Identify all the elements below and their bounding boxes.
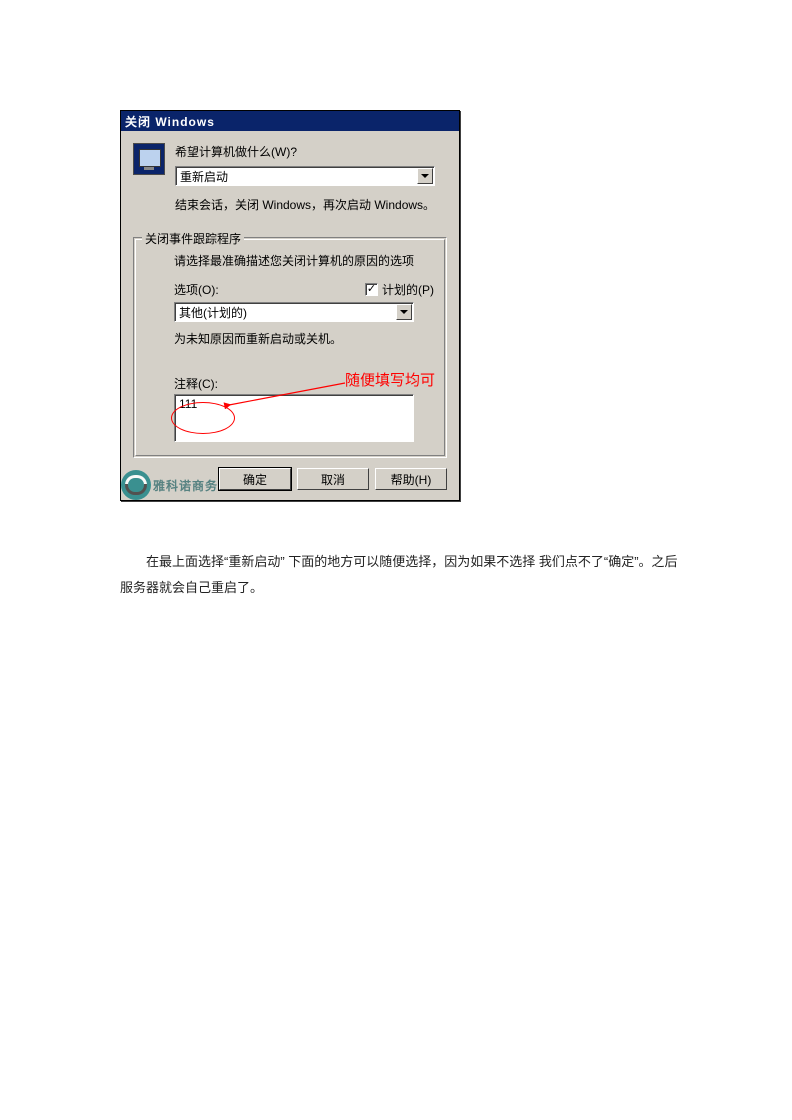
group-subtitle: 请选择最准确描述您关闭计算机的原因的选项 xyxy=(174,252,434,269)
shutdown-icon xyxy=(133,143,165,175)
watermark-logo-icon xyxy=(121,470,151,500)
comment-label: 注释(C): xyxy=(174,375,434,392)
caption-text: 在最上面选择“重新启动” 下面的地方可以随便选择，因为如果不选择 我们点不了“确… xyxy=(120,549,680,601)
option-label: 选项(O): xyxy=(174,281,219,298)
watermark-text: 雅科诺商务 xyxy=(153,477,218,494)
dialog-body: 希望计算机做什么(W)? 重新启动 结束会话，关闭 Windows，再次启动 W… xyxy=(121,131,459,500)
event-tracker-group: 关闭事件跟踪程序 请选择最准确描述您关闭计算机的原因的选项 选项(O): ✓ 计… xyxy=(133,237,447,458)
planned-checkbox[interactable]: ✓ xyxy=(365,283,378,296)
reason-select[interactable]: 其他(计划的) xyxy=(174,302,414,322)
watermark: 雅科诺商务 xyxy=(121,470,218,500)
dropdown-icon[interactable] xyxy=(417,168,433,184)
planned-label: 计划的(P) xyxy=(382,281,434,298)
action-prompt: 希望计算机做什么(W)? xyxy=(175,143,447,160)
group-title: 关闭事件跟踪程序 xyxy=(142,230,244,247)
ok-button[interactable]: 确定 xyxy=(219,468,291,490)
shutdown-dialog: 关闭 Windows 希望计算机做什么(W)? 重新启动 结束会话，关闭 Win… xyxy=(120,110,460,501)
planned-checkbox-wrap[interactable]: ✓ 计划的(P) xyxy=(365,281,434,298)
action-select[interactable]: 重新启动 xyxy=(175,166,435,186)
comment-textarea[interactable] xyxy=(174,394,414,442)
action-description: 结束会话，关闭 Windows，再次启动 Windows。 xyxy=(175,196,447,213)
reason-select-value: 其他(计划的) xyxy=(179,304,247,321)
dialog-titlebar[interactable]: 关闭 Windows xyxy=(121,111,459,131)
action-select-value: 重新启动 xyxy=(180,168,228,185)
dialog-title: 关闭 Windows xyxy=(125,113,215,130)
help-button[interactable]: 帮助(H) xyxy=(375,468,447,490)
dropdown-icon[interactable] xyxy=(396,304,412,320)
reason-description: 为未知原因而重新启动或关机。 xyxy=(174,330,434,347)
cancel-button[interactable]: 取消 xyxy=(297,468,369,490)
